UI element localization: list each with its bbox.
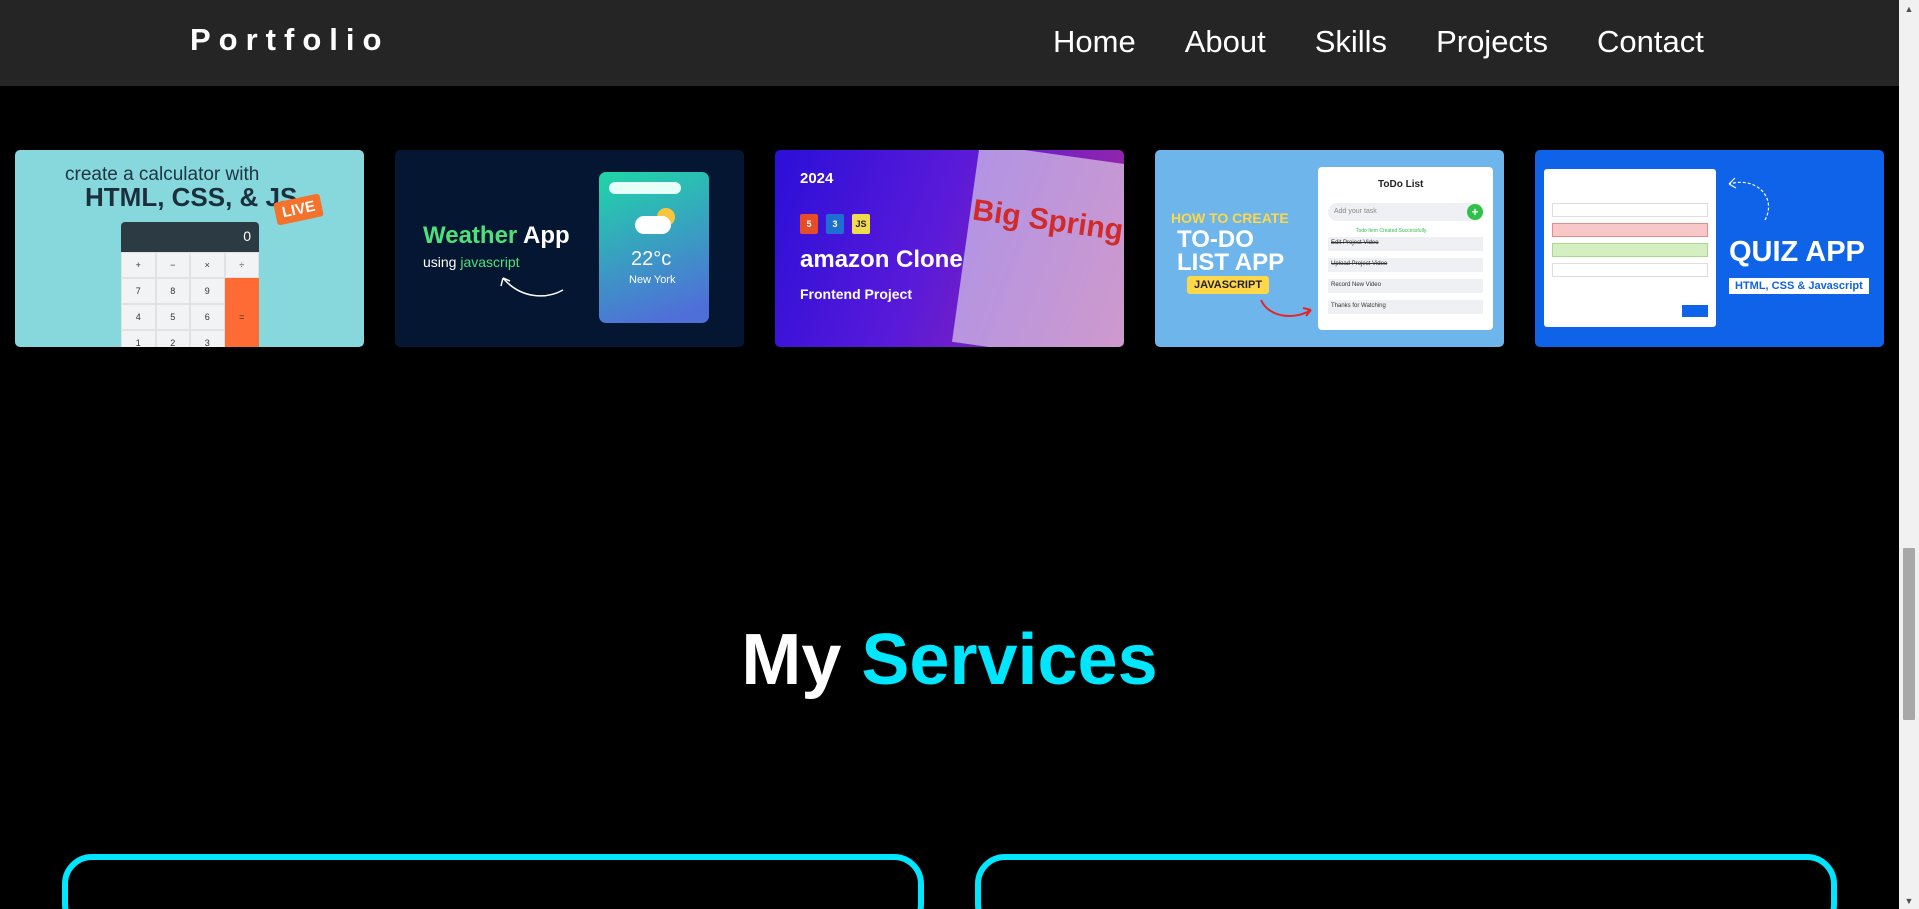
services-heading-accent: Services xyxy=(861,620,1158,700)
nav-link-skills[interactable]: Skills xyxy=(1315,24,1387,60)
todo-heading-line2: LIST APP xyxy=(1177,249,1285,276)
css3-icon: 3 xyxy=(826,214,844,234)
service-card xyxy=(975,854,1837,909)
curved-arrow-icon xyxy=(500,277,564,297)
quiz-next-button xyxy=(1682,305,1708,317)
quiz-option-wrong xyxy=(1552,223,1708,237)
cloud-icon xyxy=(635,216,671,234)
project-thumb-line2: HTML, CSS, & JS xyxy=(85,182,298,212)
page-scrollbar[interactable]: ▲ ▼ xyxy=(1899,0,1919,909)
calculator-mockup: 0 + − × ÷ 7 8 9 4 5 6 = 1 2 3 xyxy=(121,222,259,347)
calc-key: 3 xyxy=(190,330,225,347)
services-heading-plain: My xyxy=(741,620,862,700)
html5-icon: 5 xyxy=(800,214,818,234)
calc-key: 7 xyxy=(121,278,156,304)
todo-heading-line1: TO-DO xyxy=(1177,226,1254,253)
weather-subtitle: using javascript xyxy=(423,254,520,270)
calculator-keys: + − × ÷ 7 8 9 4 5 6 = 1 2 3 xyxy=(121,252,259,347)
calc-key: 8 xyxy=(155,278,190,304)
calc-key: 5 xyxy=(155,304,190,330)
weather-subtitle-js: javascript xyxy=(460,254,520,270)
calc-key: × xyxy=(190,252,225,278)
weather-temperature: 22°c xyxy=(631,248,672,270)
calc-key: 2 xyxy=(155,330,190,347)
quiz-app-mockup xyxy=(1544,169,1716,327)
weather-title-app: App xyxy=(517,222,570,249)
todo-input: Add your task xyxy=(1328,203,1483,221)
dashed-arrow-icon xyxy=(1728,177,1770,221)
weather-city: New York xyxy=(629,274,676,286)
weather-widget-mockup: 22°c New York xyxy=(599,172,709,323)
amazon-year: 2024 xyxy=(800,170,834,187)
quiz-option xyxy=(1552,203,1708,217)
project-card-amazon-clone[interactable]: Big Spring 2024 5 3 JS amazon Clone Fron… xyxy=(775,150,1124,347)
amazon-screenshot xyxy=(952,150,1124,347)
red-arrow-icon xyxy=(1260,299,1312,317)
calc-key xyxy=(224,330,259,347)
nav-link-home[interactable]: Home xyxy=(1053,24,1136,60)
javascript-icon: JS xyxy=(852,214,870,234)
todo-row: Upload Project Video xyxy=(1328,258,1483,272)
calculator-display: 0 xyxy=(121,222,259,252)
todo-row: Record New Video xyxy=(1328,279,1483,293)
calc-key: ÷ xyxy=(224,252,259,278)
todo-app-mockup: ToDo List Add your task + Todo Item Crea… xyxy=(1318,167,1493,330)
javascript-tag: JAVASCRIPT xyxy=(1187,276,1270,294)
project-card-quiz[interactable]: QUIZ APP HTML, CSS & Javascript xyxy=(1535,150,1884,347)
todo-row: Edit Project Video xyxy=(1328,237,1483,251)
weather-search-bar xyxy=(609,182,681,194)
quiz-option xyxy=(1552,263,1708,277)
weather-title: Weather App xyxy=(423,222,570,250)
calc-key: + xyxy=(121,252,156,278)
calc-key: 9 xyxy=(190,278,225,304)
calc-key: − xyxy=(155,252,190,278)
project-card-todo[interactable]: HOW TO CREATE TO-DO LIST APP JAVASCRIPT … xyxy=(1155,150,1504,347)
nav-link-projects[interactable]: Projects xyxy=(1436,24,1548,60)
calc-key: 6 xyxy=(190,304,225,330)
amazon-title: amazon Clone xyxy=(800,246,963,273)
scroll-down-arrow-icon[interactable]: ▼ xyxy=(1899,892,1919,909)
site-logo[interactable]: Portfolio xyxy=(190,22,389,58)
projects-carousel: create a calculator with HTML, CSS, & JS… xyxy=(15,150,1884,347)
todo-heading-big: TO-DO LIST APP xyxy=(1177,226,1285,276)
calc-key: 4 xyxy=(121,304,156,330)
todo-app-title: ToDo List xyxy=(1378,179,1424,190)
scrollbar-thumb[interactable] xyxy=(1903,548,1915,720)
calc-key: = xyxy=(224,304,259,330)
service-card xyxy=(62,854,924,909)
project-card-weather[interactable]: Weather App using javascript 22°c New Yo… xyxy=(395,150,744,347)
page: Portfolio Home About Skills Projects Con… xyxy=(0,0,1919,909)
todo-toast: Todo Item Created Successfully. xyxy=(1356,228,1428,234)
nav-link-about[interactable]: About xyxy=(1185,24,1266,60)
project-card-calculator[interactable]: create a calculator with HTML, CSS, & JS… xyxy=(15,150,364,347)
calc-key xyxy=(224,278,259,304)
todo-heading-small: HOW TO CREATE xyxy=(1171,210,1289,226)
quiz-subtitle: HTML, CSS & Javascript xyxy=(1729,278,1869,294)
todo-row: Thanks for Watching xyxy=(1328,300,1483,314)
weather-title-word: Weather xyxy=(423,222,518,249)
tech-badges: 5 3 JS xyxy=(800,214,870,234)
navbar: Portfolio Home About Skills Projects Con… xyxy=(0,0,1899,86)
scroll-up-arrow-icon[interactable]: ▲ xyxy=(1899,0,1919,17)
nav-links: Home About Skills Projects Contact xyxy=(1053,24,1753,60)
add-task-icon: + xyxy=(1467,204,1483,220)
quiz-title: QUIZ APP xyxy=(1729,236,1865,268)
quiz-option-correct xyxy=(1552,243,1708,257)
amazon-subtitle: Frontend Project xyxy=(800,286,913,302)
weather-subtitle-using: using xyxy=(423,254,461,270)
services-heading: My Services xyxy=(0,615,1899,705)
calc-key: 1 xyxy=(121,330,156,347)
nav-link-contact[interactable]: Contact xyxy=(1597,24,1704,60)
